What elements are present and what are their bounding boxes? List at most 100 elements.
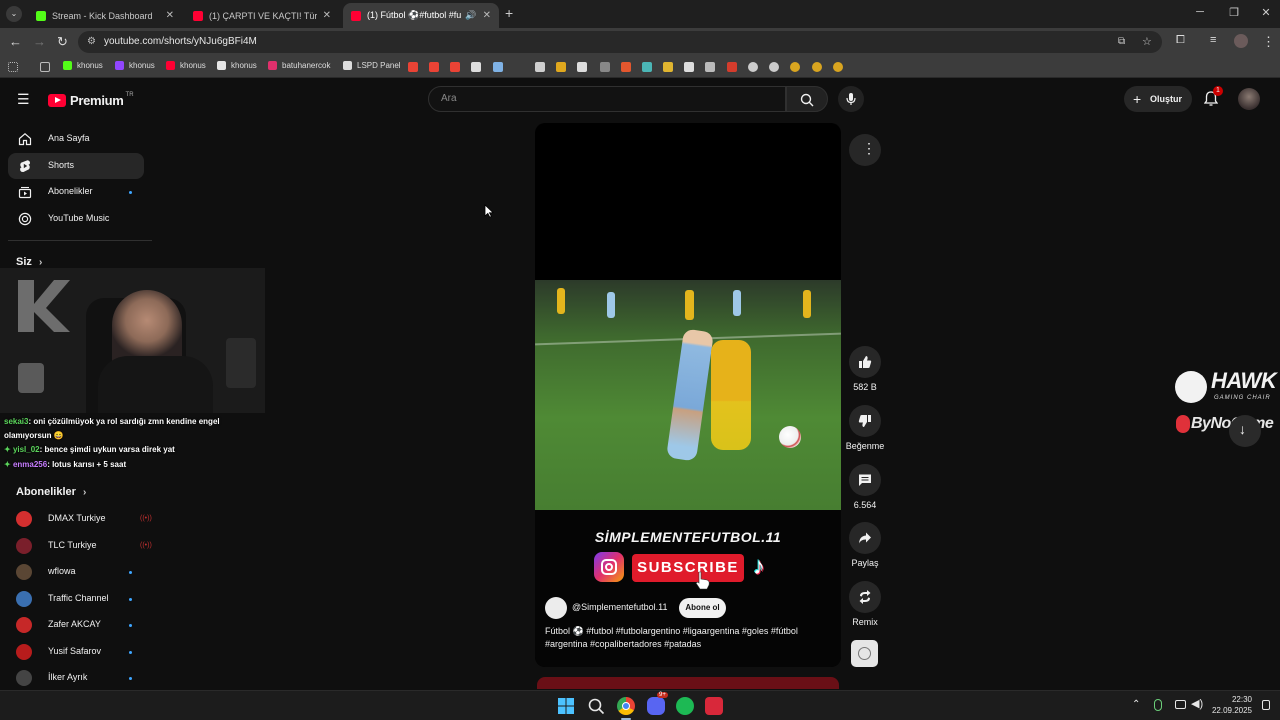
install-icon[interactable]: ⧉ (1118, 31, 1125, 53)
close-icon[interactable]: ✕ (483, 10, 491, 21)
section-subscriptions[interactable]: Abonelikler › (16, 486, 86, 498)
search-button[interactable] (786, 86, 828, 112)
bookmark-khonus-x[interactable]: khonus (217, 61, 257, 70)
hamburger-menu-icon[interactable]: ☰ (17, 92, 30, 106)
tab-kick-dashboard[interactable]: Stream - Kick Dashboard ✕ (28, 3, 182, 28)
folder-icon[interactable] (40, 62, 50, 72)
bookmark-icon[interactable] (642, 62, 652, 72)
chrome-icon[interactable] (617, 697, 635, 715)
video-description[interactable]: #argentina #copalibertadores #patadas (545, 639, 835, 649)
tab-youtube-carpti[interactable]: (1) ÇARPTI VE KAÇTI! Türkiye'de ✕ (185, 3, 339, 28)
avatar[interactable] (545, 597, 567, 619)
taskbar-search-icon[interactable] (587, 697, 605, 715)
sidebar-item-home[interactable]: Ana Sayfa (8, 126, 144, 152)
discord-icon[interactable]: 9+ (647, 692, 668, 715)
close-icon[interactable]: ✕ (323, 10, 331, 21)
sidebar-item-youtube-music[interactable]: YouTube Music (8, 206, 144, 232)
chevron-up-icon[interactable]: ⌃ (1132, 699, 1140, 710)
remix-button[interactable] (849, 581, 881, 613)
clock-date[interactable]: 22.09.2025 (1212, 706, 1252, 715)
close-window-icon[interactable]: ✕ (1256, 6, 1276, 19)
bookmark-icon[interactable] (769, 62, 779, 72)
bookmark-icon[interactable] (600, 62, 610, 72)
comments-button[interactable] (849, 464, 881, 496)
minimize-icon[interactable]: ─ (1190, 6, 1210, 18)
bookmark-icon[interactable] (833, 62, 843, 72)
adobe-icon[interactable] (577, 62, 587, 72)
bookmark-icon[interactable] (663, 62, 673, 72)
diamond-icon[interactable] (471, 62, 481, 72)
network-icon[interactable] (1175, 700, 1186, 709)
profile-avatar[interactable] (1234, 34, 1248, 48)
subscribe-button[interactable]: Abone ol (679, 598, 726, 618)
coin-icon[interactable] (556, 62, 566, 72)
youtube-premium-logo[interactable]: Premium TR (48, 92, 134, 108)
bookmark-icon[interactable] (812, 62, 822, 72)
sidebar-channel[interactable]: Yusif Safarov (16, 642, 146, 662)
bookmark-star-icon[interactable]: ☆ (1142, 31, 1152, 53)
bookmark-icon[interactable] (790, 62, 800, 72)
gmail-icon[interactable] (450, 62, 460, 72)
gmail-icon[interactable] (429, 62, 439, 72)
bookmark-khonus-youtube[interactable]: khonus (166, 61, 206, 70)
like-button[interactable] (849, 346, 881, 378)
tab-search-icon[interactable]: ⌄ (6, 6, 22, 22)
bookmark-khonus-kick[interactable]: khonus (63, 61, 103, 70)
menu-icon[interactable]: ⋮ (1262, 34, 1275, 50)
sidebar-channel[interactable]: Zafer AKCAY (16, 615, 146, 635)
bookmark-khonus-twitch[interactable]: khonus (115, 61, 155, 70)
bookmark-icon[interactable] (621, 62, 631, 72)
reload-icon[interactable]: ↻ (57, 34, 68, 50)
shorts-video-player[interactable]: SİMPLEMENTEFUTBOL.11 SUBSCRIBE ♪ @Simple… (535, 123, 841, 667)
gmail-icon[interactable] (408, 62, 418, 72)
address-bar[interactable]: ⚙ youtube.com/shorts/yNJu6gBFi4M ⧉ ☆ (78, 31, 1162, 53)
extensions-icon[interactable]: ⧠ (1176, 34, 1185, 47)
shield-icon[interactable] (493, 62, 503, 72)
windows-start-icon[interactable] (557, 697, 575, 715)
restore-icon[interactable]: ❐ (1224, 6, 1244, 19)
share-button[interactable] (849, 522, 881, 554)
sidebar-item-subscriptions[interactable]: Abonelikler (8, 179, 144, 205)
clock-time[interactable]: 22:30 (1232, 695, 1252, 704)
speaker-icon[interactable]: 🔊 (465, 10, 476, 21)
scroll-down-button[interactable]: ↓ (1229, 415, 1261, 447)
search-input[interactable]: Ara (428, 86, 786, 112)
new-tab-button[interactable]: + (505, 5, 513, 21)
bookmark-icon[interactable] (727, 62, 737, 72)
tab-youtube-futbol[interactable]: (1) Fútbol ⚽#futbol #futbo 🔊 ✕ (343, 3, 499, 28)
sheet-icon[interactable] (535, 62, 545, 72)
back-icon[interactable]: ← (9, 34, 22, 49)
bookmark-icon[interactable] (705, 62, 715, 72)
close-icon[interactable]: ✕ (166, 10, 174, 21)
sidebar-channel[interactable]: İlker Ayrık (16, 668, 146, 688)
site-info-icon[interactable]: ⚙ (87, 31, 96, 53)
sound-thumbnail[interactable] (851, 640, 878, 667)
bookmark-batuhanercok[interactable]: batuhanercok (268, 61, 330, 70)
spotify-icon[interactable] (676, 697, 694, 715)
notifications-button[interactable]: 1 (1203, 86, 1223, 107)
voice-search-button[interactable] (838, 86, 864, 112)
bookmark-icon[interactable] (748, 62, 758, 72)
sidebar-channel[interactable]: TLC Turkiye ((•)) (16, 536, 152, 556)
mic-tray-icon[interactable] (1154, 699, 1162, 711)
bookmark-icon[interactable] (684, 62, 694, 72)
video-description[interactable]: Fútbol ⚽ #futbol #futbolargentino #ligaa… (545, 626, 835, 637)
volume-icon[interactable]: ◀) (1191, 697, 1203, 710)
next-video-peek[interactable] (537, 677, 839, 689)
avatar[interactable] (1238, 88, 1260, 110)
channel-handle[interactable]: @Simplementefutbol.11 (572, 602, 668, 612)
sidebar-channel[interactable]: Traffic Channel (16, 589, 146, 609)
sidebar-channel[interactable]: wflowa (16, 562, 146, 582)
notification-center-icon[interactable] (1262, 700, 1270, 710)
sidebar-channel[interactable]: DMAX Turkiye ((•)) (16, 509, 152, 529)
dislike-button[interactable] (849, 405, 881, 437)
bookmark-lspd-panel[interactable]: LSPD Panel (343, 61, 401, 70)
sidebar-item-shorts[interactable]: Shorts (8, 153, 144, 179)
stream-app-icon[interactable] (705, 697, 723, 715)
forward-icon[interactable]: → (33, 34, 46, 49)
create-button[interactable]: + Oluştur (1124, 86, 1192, 112)
media-control-icon[interactable]: ≡ (1210, 34, 1216, 46)
apps-grid-icon[interactable] (8, 62, 18, 72)
section-you[interactable]: Siz › (16, 256, 42, 268)
more-options-button[interactable]: ⋮ (849, 134, 881, 166)
